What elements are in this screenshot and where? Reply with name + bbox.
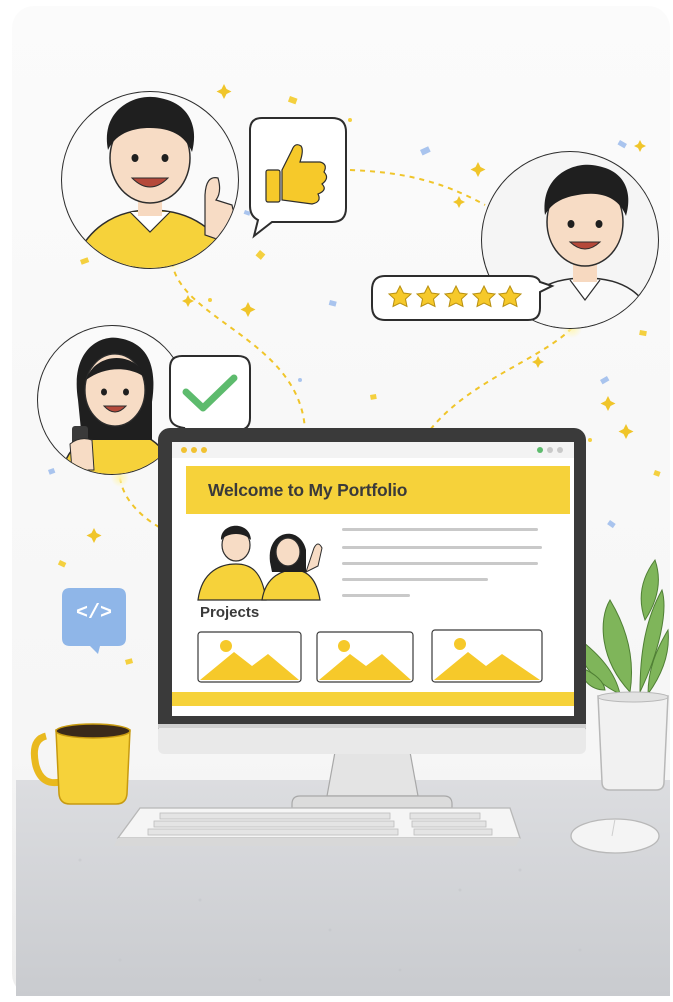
- project-card-3: [431, 629, 543, 683]
- illustration-canvas: [0, 0, 673, 1002]
- illustration-scene: Welcome to My Portfolio Projects </>: [0, 0, 673, 1002]
- keyboard: [114, 807, 521, 846]
- project-card-1: [197, 631, 302, 683]
- star-rating-bubble: [371, 275, 555, 321]
- project-card-2: [316, 631, 414, 683]
- site-footer-bar: [172, 692, 574, 706]
- thumbs-up-bubble: [249, 117, 347, 239]
- code-badge-label: </>: [75, 602, 112, 625]
- portfolio-hero-title: Welcome to My Portfolio: [208, 480, 408, 500]
- projects-heading: Projects: [200, 604, 260, 621]
- mouse: [570, 818, 660, 854]
